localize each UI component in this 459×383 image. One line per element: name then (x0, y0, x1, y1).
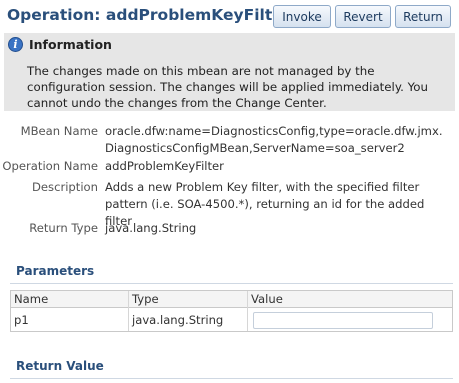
param-name-cell: p1 (14, 313, 29, 327)
revert-button[interactable]: Revert (335, 5, 391, 28)
mbean-name-value: oracle.dfw:name=DiagnosticsConfig,type=o… (105, 123, 450, 157)
parameters-table-header: Name Type Value (11, 291, 452, 308)
parameters-table: Name Type Value p1 java.lang.String (10, 290, 453, 332)
return-value-section-title: Return Value (16, 359, 104, 373)
return-value-divider (10, 378, 453, 379)
column-divider (247, 291, 248, 331)
operation-name-value: addProblemKeyFilter (105, 159, 224, 173)
information-title: Information (29, 37, 112, 52)
information-panel: i Information The changes made on this m… (4, 33, 455, 111)
param-value-input[interactable] (253, 312, 433, 329)
operation-name-label: Operation Name (2, 159, 98, 173)
information-message: The changes made on this mbean are not m… (27, 64, 428, 110)
param-type-cell: java.lang.String (132, 313, 224, 327)
parameters-divider (10, 283, 453, 284)
return-button[interactable]: Return (395, 5, 451, 28)
return-type-label: Return Type (29, 221, 98, 235)
mbean-name-line2: DiagnosticsConfigMBean,ServerName=soa_se… (105, 141, 405, 155)
mbean-name-label: MBean Name (20, 124, 98, 138)
page-title: Operation: addProblemKeyFilter (7, 6, 291, 24)
information-header: i Information (8, 37, 112, 52)
column-header-value: Value (251, 292, 283, 306)
column-divider (128, 291, 129, 331)
column-header-name: Name (14, 292, 49, 306)
column-header-type: Type (132, 292, 159, 306)
page-header: Operation: addProblemKeyFilter Invoke Re… (0, 0, 459, 33)
parameters-section-title: Parameters (16, 264, 95, 278)
mbean-name-line1: oracle.dfw:name=DiagnosticsConfig,type=o… (105, 124, 443, 138)
info-icon: i (8, 37, 23, 52)
return-type-value: java.lang.String (105, 221, 197, 235)
invoke-button[interactable]: Invoke (273, 5, 331, 28)
description-label: Description (31, 180, 98, 194)
